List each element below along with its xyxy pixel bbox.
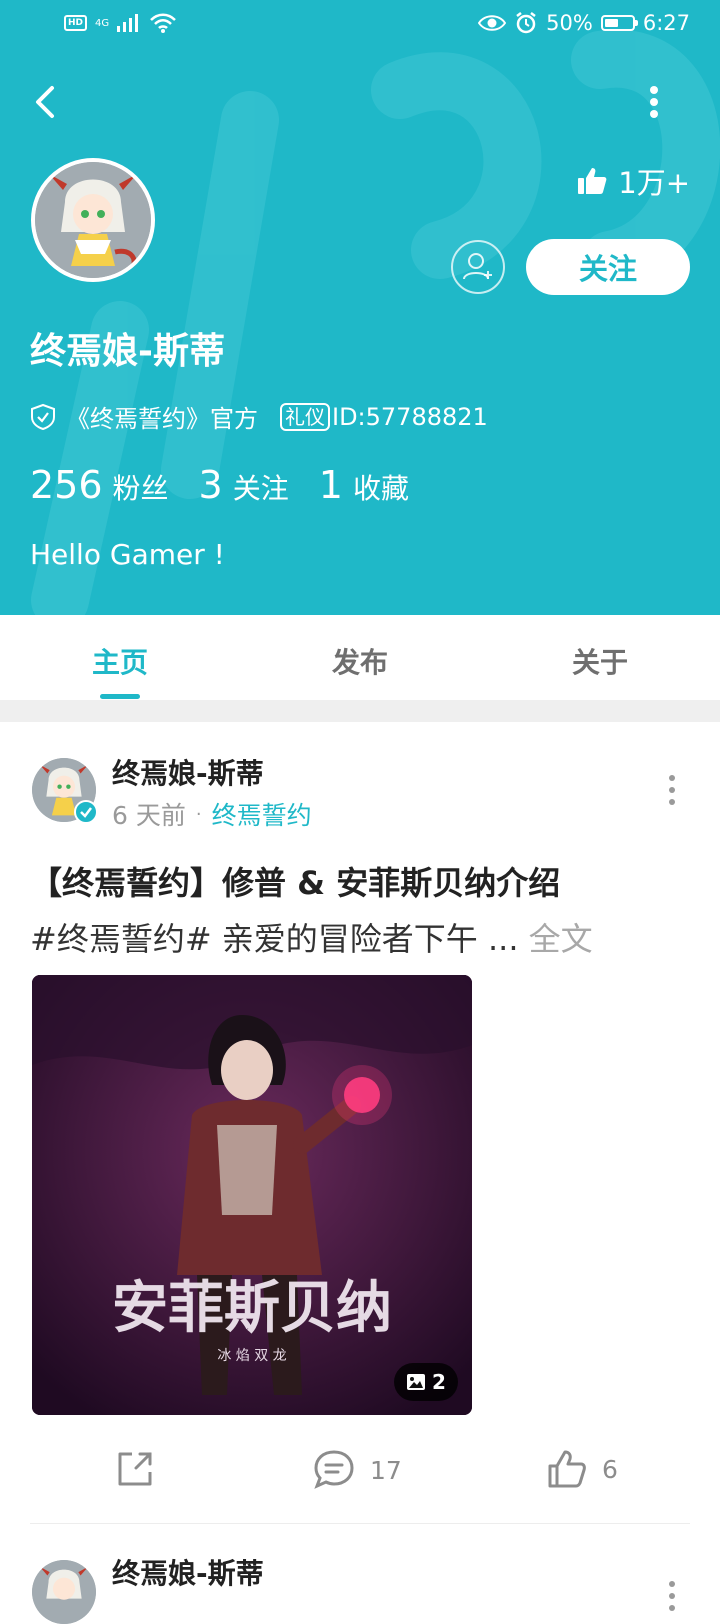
add-user-icon <box>463 253 492 280</box>
user-id: ID:57788821 <box>332 402 488 431</box>
eye-icon <box>478 15 507 31</box>
image-count: 2 <box>432 1370 446 1394</box>
thumbs-up-icon <box>548 1450 586 1488</box>
image-icon <box>407 1374 426 1390</box>
thumbs-up-icon <box>578 168 607 194</box>
tab-posts[interactable]: 发布 <box>300 641 420 681</box>
post-actions: 17 6 <box>0 1440 720 1500</box>
share-icon <box>118 1452 152 1486</box>
battery-icon <box>600 15 638 31</box>
comment-button[interactable]: 17 <box>312 1448 402 1492</box>
post-excerpt-text: #终焉誓约# 亲爱的冒险者下午 ... <box>30 920 519 958</box>
section-divider <box>0 700 720 722</box>
post-time: 6 天前 <box>112 801 186 830</box>
following-label[interactable]: 关注 <box>233 467 289 507</box>
tab-home[interactable]: 主页 <box>60 641 180 681</box>
profile-tabs: 主页 发布 关于 <box>0 615 720 700</box>
add-friend-button[interactable] <box>451 240 505 294</box>
battery-percent: 50% <box>546 11 593 35</box>
more-options-button[interactable] <box>644 82 664 122</box>
status-bar: HD 4G 50% 6:27 <box>0 0 720 50</box>
post-meta: 6 天前 · 终焉誓约 <box>112 796 312 832</box>
post-divider <box>30 1523 690 1524</box>
image-overlay-title: 安菲斯贝纳 <box>112 1275 392 1341</box>
battery-level <box>604 19 618 27</box>
profile-stats: 256 粉丝 3 关注 1 收藏 <box>30 463 439 507</box>
back-button[interactable] <box>26 80 66 124</box>
like-count: 6 <box>602 1454 618 1484</box>
post-image-art: 安菲斯贝纳 冰 焰 双 龙 <box>32 975 472 1415</box>
post-author-name[interactable]: 终焉娘-斯蒂 <box>112 752 264 792</box>
active-tab-indicator <box>100 694 140 699</box>
profile-bio: Hello Gamer ! <box>30 538 225 571</box>
favorites-label[interactable]: 收藏 <box>353 467 409 507</box>
post-title[interactable]: 【终焉誓约】修普 & 安菲斯贝纳介绍 <box>30 858 560 904</box>
profile-header: HD 4G 50% 6:27 1万+ 关注 终焉娘-斯蒂 《终焉誓约》官方 礼仪… <box>0 0 720 615</box>
post-excerpt[interactable]: #终焉誓约# 亲爱的冒险者下午 ... 全文 <box>30 914 593 960</box>
image-count-badge: 2 <box>394 1363 458 1401</box>
following-count[interactable]: 3 <box>199 463 223 507</box>
tab-about[interactable]: 关于 <box>540 641 660 681</box>
read-more-link[interactable]: 全文 <box>529 920 593 958</box>
likes-total-value: 1万+ <box>618 166 690 200</box>
post-author-name[interactable]: 终焉娘-斯蒂 <box>112 1552 264 1592</box>
profile-avatar[interactable] <box>31 158 155 282</box>
shield-check-icon <box>31 403 55 430</box>
alarm-icon <box>516 12 536 34</box>
favorites-count[interactable]: 1 <box>319 463 343 507</box>
follow-button[interactable]: 关注 <box>526 239 690 295</box>
post-more-button[interactable] <box>666 774 678 806</box>
wifi-icon <box>150 13 177 33</box>
watermark-logo <box>31 29 720 615</box>
official-label: 《终焉誓约》官方 <box>66 405 258 433</box>
meta-separator: · <box>195 803 202 825</box>
like-button[interactable]: 6 <box>546 1448 618 1490</box>
clock: 6:27 <box>642 11 690 35</box>
followers-label[interactable]: 粉丝 <box>113 467 169 507</box>
comment-icon <box>314 1450 354 1489</box>
signal-icon <box>117 14 139 32</box>
comment-count: 17 <box>370 1455 402 1485</box>
post-channel[interactable]: 终焉誓约 <box>212 796 312 832</box>
network-type: 4G <box>95 17 110 29</box>
post-more-button[interactable] <box>666 1580 678 1612</box>
profile-name: 终焉娘-斯蒂 <box>30 331 225 372</box>
share-button[interactable] <box>114 1448 156 1490</box>
post-author-avatar[interactable] <box>32 1560 96 1624</box>
verified-icon <box>74 800 98 824</box>
etiquette-badge[interactable]: 礼仪 <box>280 402 330 431</box>
hd-indicator: HD <box>64 15 88 31</box>
avatar-illustration <box>35 162 151 278</box>
avatar-illustration-small <box>32 1560 96 1624</box>
post-image[interactable]: 安菲斯贝纳 冰 焰 双 龙 <box>32 975 472 1415</box>
official-info: 《终焉誓约》官方 礼仪 ID:57788821 <box>30 399 488 434</box>
followers-count[interactable]: 256 <box>30 463 103 507</box>
image-overlay-subtitle: 冰 焰 双 龙 <box>217 1348 286 1364</box>
total-likes: 1万+ <box>576 160 690 202</box>
